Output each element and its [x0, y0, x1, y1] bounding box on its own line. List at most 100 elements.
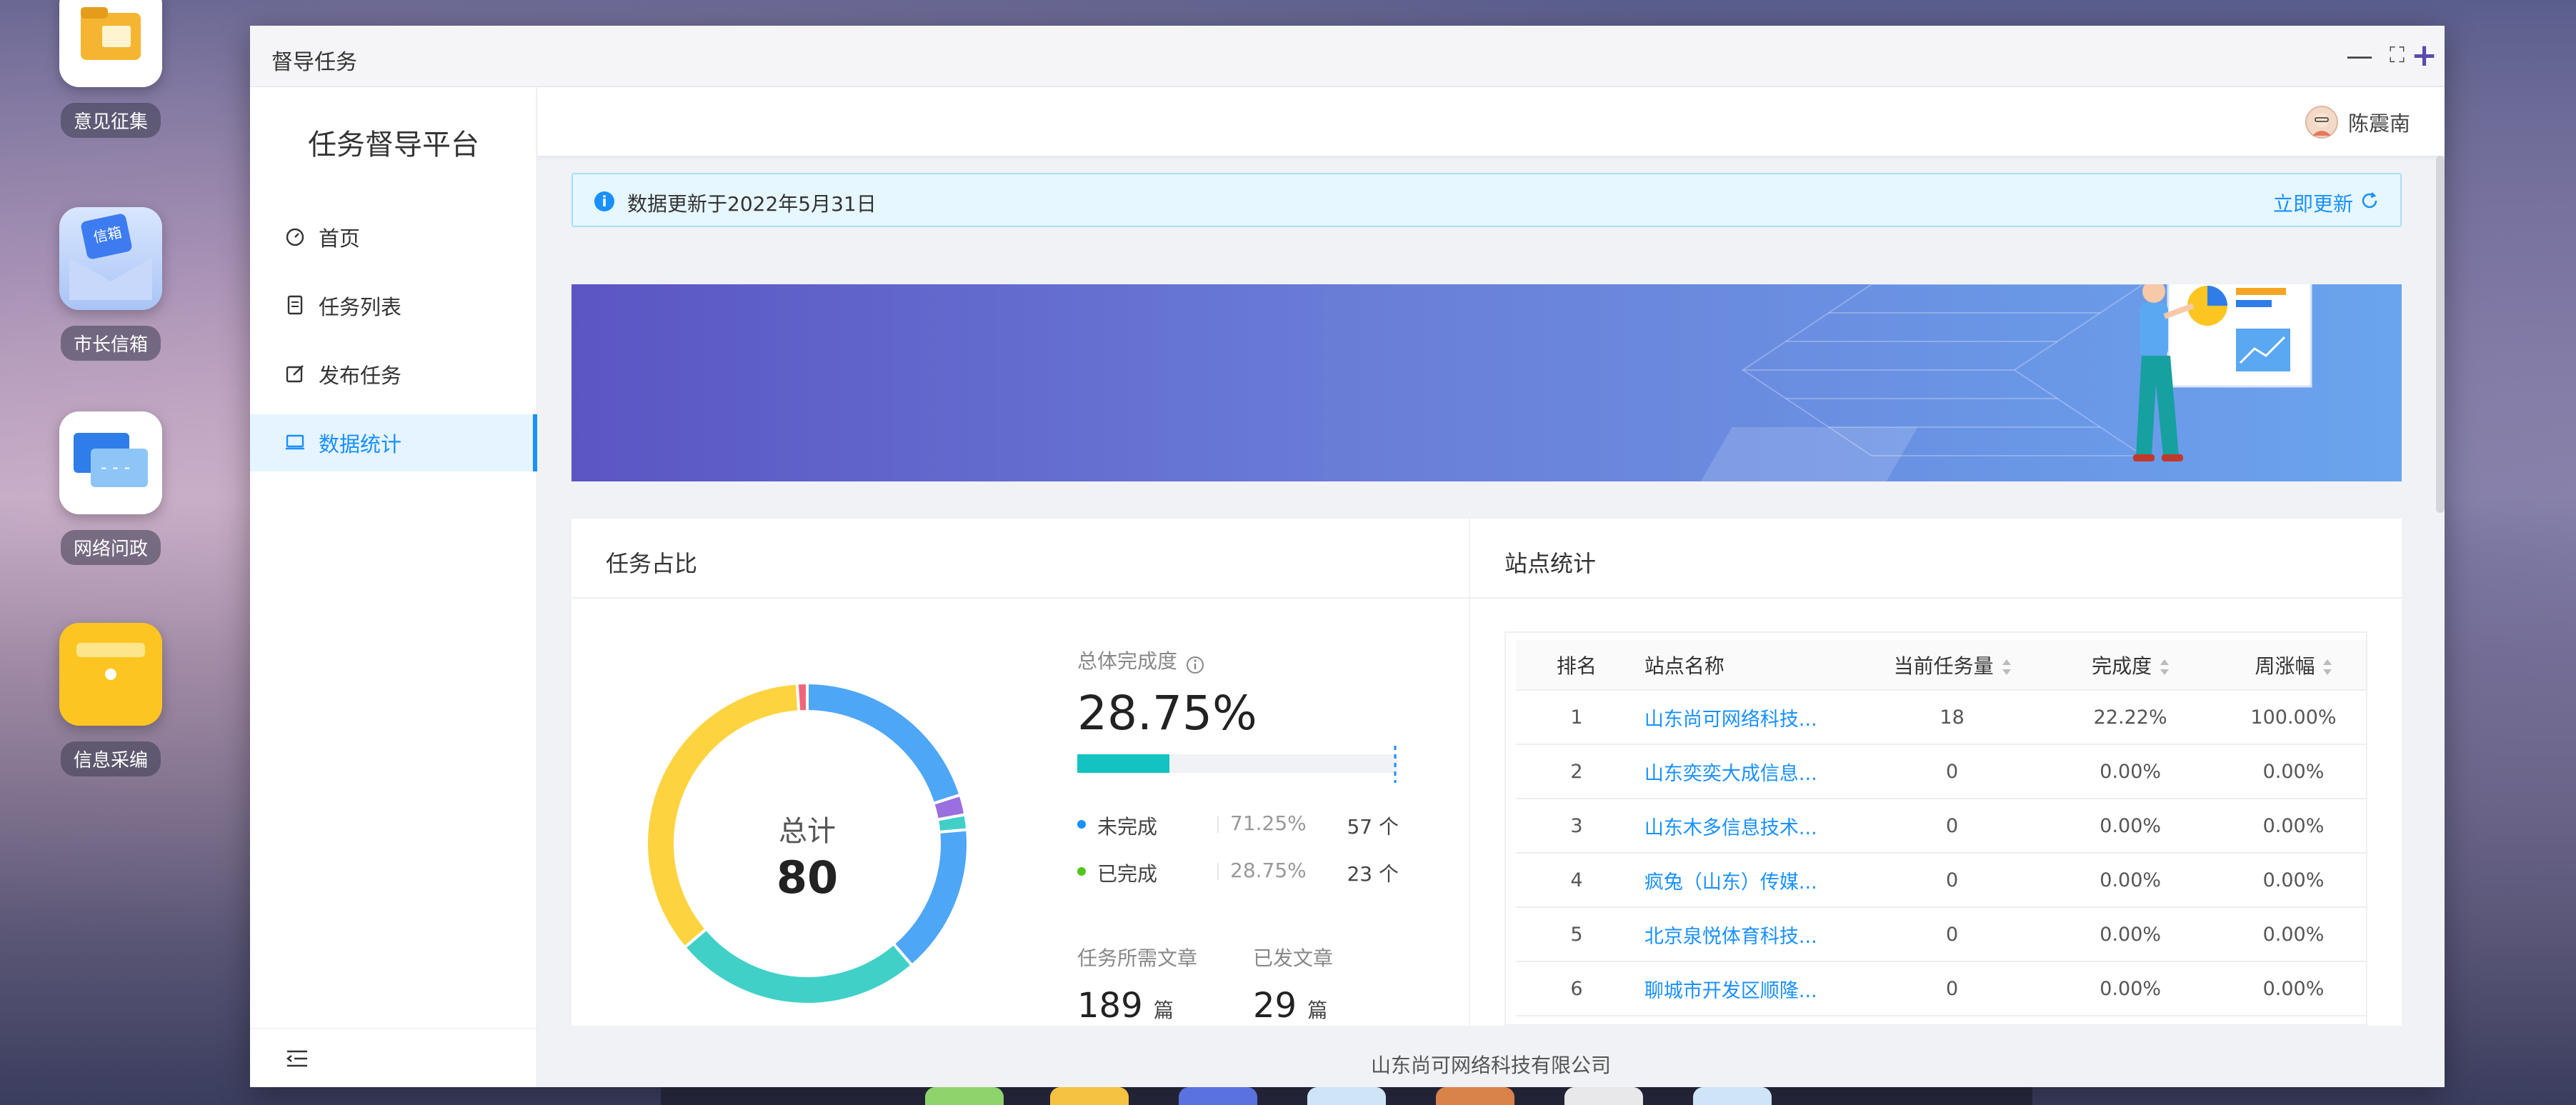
- chat-icon: - - -: [59, 411, 162, 514]
- donut-center: 总计 80: [647, 683, 968, 1004]
- article-unit: 篇: [1307, 999, 1328, 1022]
- tasks-cell: 0: [1857, 853, 2047, 908]
- completion-cell: 22.22%: [2047, 690, 2214, 745]
- growth-cell: 0.00%: [2213, 853, 2366, 908]
- folder-icon: [59, 0, 162, 87]
- site-name-link[interactable]: 山东木多信息技术...: [1637, 799, 1857, 854]
- column-header-label: 当前任务量: [1893, 654, 1994, 678]
- add-button[interactable]: +: [2411, 40, 2437, 71]
- main-content: 陈震南 i 数据更新于2022年5月31日 立即更新 任务占比 总计 80 总体…: [537, 87, 2445, 1087]
- maximize-button[interactable]: ⛶: [2390, 40, 2405, 71]
- dock-app-icon[interactable]: [1693, 1087, 1772, 1105]
- column-header-rank: 排名: [1516, 640, 1637, 691]
- list-icon: [287, 295, 303, 315]
- rank-cell: 5: [1516, 907, 1637, 962]
- sort-icon[interactable]: [2002, 659, 2011, 676]
- dashboard-icon: [286, 228, 304, 246]
- desktop-icon-opinion[interactable]: 意见征集: [43, 0, 179, 138]
- update-alert: i 数据更新于2022年5月31日 立即更新: [571, 173, 2402, 227]
- column-header-label: 完成度: [2092, 654, 2152, 678]
- column-header-completion[interactable]: 完成度: [2047, 640, 2214, 691]
- growth-cell: 0.00%: [2213, 961, 2366, 1016]
- dock-app-icon[interactable]: [1050, 1087, 1129, 1105]
- table-row: 5 北京泉悦体育科技... 0 0.00% 0.00%: [1516, 907, 2366, 962]
- legend-count: 57 个: [1347, 815, 1399, 839]
- sidebar-item-data-stats[interactable]: 数据统计: [250, 414, 537, 471]
- legend-row-complete: 已完成 28.75% 23 个: [1077, 857, 1399, 886]
- sidebar-item-label: 数据统计: [319, 432, 402, 456]
- sidebar-divider: [250, 1028, 537, 1029]
- tasks-cell: 0: [1857, 961, 2047, 1016]
- completion-cell: 0.00%: [2047, 744, 2214, 799]
- desktop-icon-mailbox[interactable]: 信箱 市长信箱: [43, 207, 179, 361]
- column-header-site: 站点名称: [1637, 640, 1857, 691]
- collapse-menu-icon[interactable]: [284, 1046, 310, 1071]
- site-stats-table: 排名 站点名称 当前任务量 完成度 周涨幅 1 山东尚可网络科技... 18 22.2…: [1504, 631, 2367, 1026]
- growth-cell: 0.00%: [2213, 744, 2366, 799]
- legend-dot: [1077, 820, 1086, 829]
- app-window: 督导任务 — ⛶ + 任务督导平台 首页 任务列表 发布任务 数据统计 陈震南 …: [250, 26, 2445, 1087]
- dock-app-icon[interactable]: [1436, 1087, 1514, 1105]
- banner-illustration: [1694, 284, 2312, 481]
- rank-cell: 4: [1516, 853, 1637, 908]
- table-row: 3 山东木多信息技术... 0 0.00% 0.00%: [1516, 799, 2366, 854]
- site-name-link[interactable]: 山东尚可网络科技...: [1637, 690, 1857, 745]
- legend-separator: [1217, 816, 1219, 833]
- legend-name: 已完成: [1097, 862, 1158, 886]
- dock: [661, 1087, 2032, 1105]
- site-name-link[interactable]: 聊城市开发区顺隆...: [1637, 961, 1857, 1016]
- avatar: [2305, 106, 2338, 139]
- refresh-icon[interactable]: [2359, 190, 2380, 211]
- dashboard-banner: [571, 284, 2402, 481]
- desktop-icon-editing[interactable]: 信息采编: [43, 623, 179, 776]
- desktop-icon-label: 市长信箱: [60, 326, 161, 361]
- published-articles-value: 29 篇: [1253, 986, 1327, 1026]
- desktop-icon-inquiry[interactable]: - - - 网络问政: [43, 411, 179, 565]
- tasks-cell: 18: [1857, 690, 2047, 745]
- growth-cell: 100.00%: [2213, 690, 2366, 745]
- tasks-cell: 0: [1857, 799, 2047, 854]
- sort-icon[interactable]: [2323, 659, 2332, 676]
- monitor-icon: [286, 434, 304, 450]
- legend-percent: 28.75%: [1230, 859, 1307, 882]
- rank-cell: 1: [1516, 690, 1637, 745]
- completion-label: 总体完成度: [1077, 649, 1178, 673]
- sidebar-item-task-list[interactable]: 任务列表: [250, 277, 537, 334]
- legend-row-incomplete: 未完成 71.25% 57 个: [1077, 810, 1399, 839]
- growth-cell: 0.00%: [2213, 799, 2366, 854]
- completion-label-row: 总体完成度: [1077, 646, 1205, 675]
- sort-icon[interactable]: [2160, 659, 2170, 676]
- dock-app-icon[interactable]: [925, 1087, 1004, 1105]
- desktop-icon-label: 意见征集: [60, 103, 161, 138]
- desktop-icon-label: 信息采编: [60, 741, 161, 776]
- scrollbar[interactable]: [2436, 156, 2445, 513]
- column-header-tasks[interactable]: 当前任务量: [1857, 640, 2047, 691]
- column-header-growth[interactable]: 周涨幅: [2213, 640, 2366, 691]
- required-articles-value: 189 篇: [1077, 986, 1174, 1026]
- user-menu[interactable]: 陈震南: [2305, 106, 2410, 139]
- published-articles-label: 已发文章: [1253, 946, 1334, 970]
- rank-cell: 3: [1516, 799, 1637, 854]
- article-unit: 篇: [1153, 999, 1174, 1022]
- minimize-button[interactable]: —: [2346, 40, 2373, 71]
- site-name-link[interactable]: 疯兔（山东）传媒...: [1637, 853, 1857, 908]
- site-name-link[interactable]: 山东奕奕大成信息...: [1637, 744, 1857, 799]
- table-row: 4 疯兔（山东）传媒... 0 0.00% 0.00%: [1516, 853, 2366, 908]
- platform-brand: 任务督导平台: [308, 129, 479, 161]
- sidebar-item-label: 发布任务: [319, 364, 402, 388]
- column-header-label: 周涨幅: [2255, 654, 2315, 678]
- completion-progress-bar: [1077, 754, 1397, 773]
- dock-app-icon[interactable]: [1564, 1087, 1643, 1105]
- svg-text:- - -: - - -: [101, 457, 130, 477]
- info-outline-icon[interactable]: [1185, 655, 1205, 675]
- update-now-link[interactable]: 立即更新: [2273, 189, 2353, 217]
- sidebar-item-home[interactable]: 首页: [250, 209, 537, 266]
- site-name-link[interactable]: 北京泉悦体育科技...: [1637, 907, 1857, 962]
- sidebar-item-label: 首页: [319, 226, 361, 251]
- growth-cell: 0.00%: [2213, 907, 2366, 962]
- sidebar-item-label: 任务列表: [319, 295, 402, 319]
- dock-app-icon[interactable]: [1179, 1087, 1257, 1105]
- dock-app-icon[interactable]: [1307, 1087, 1386, 1105]
- card-title: 站点统计: [1504, 550, 1597, 577]
- sidebar-item-publish-task[interactable]: 发布任务: [250, 346, 537, 403]
